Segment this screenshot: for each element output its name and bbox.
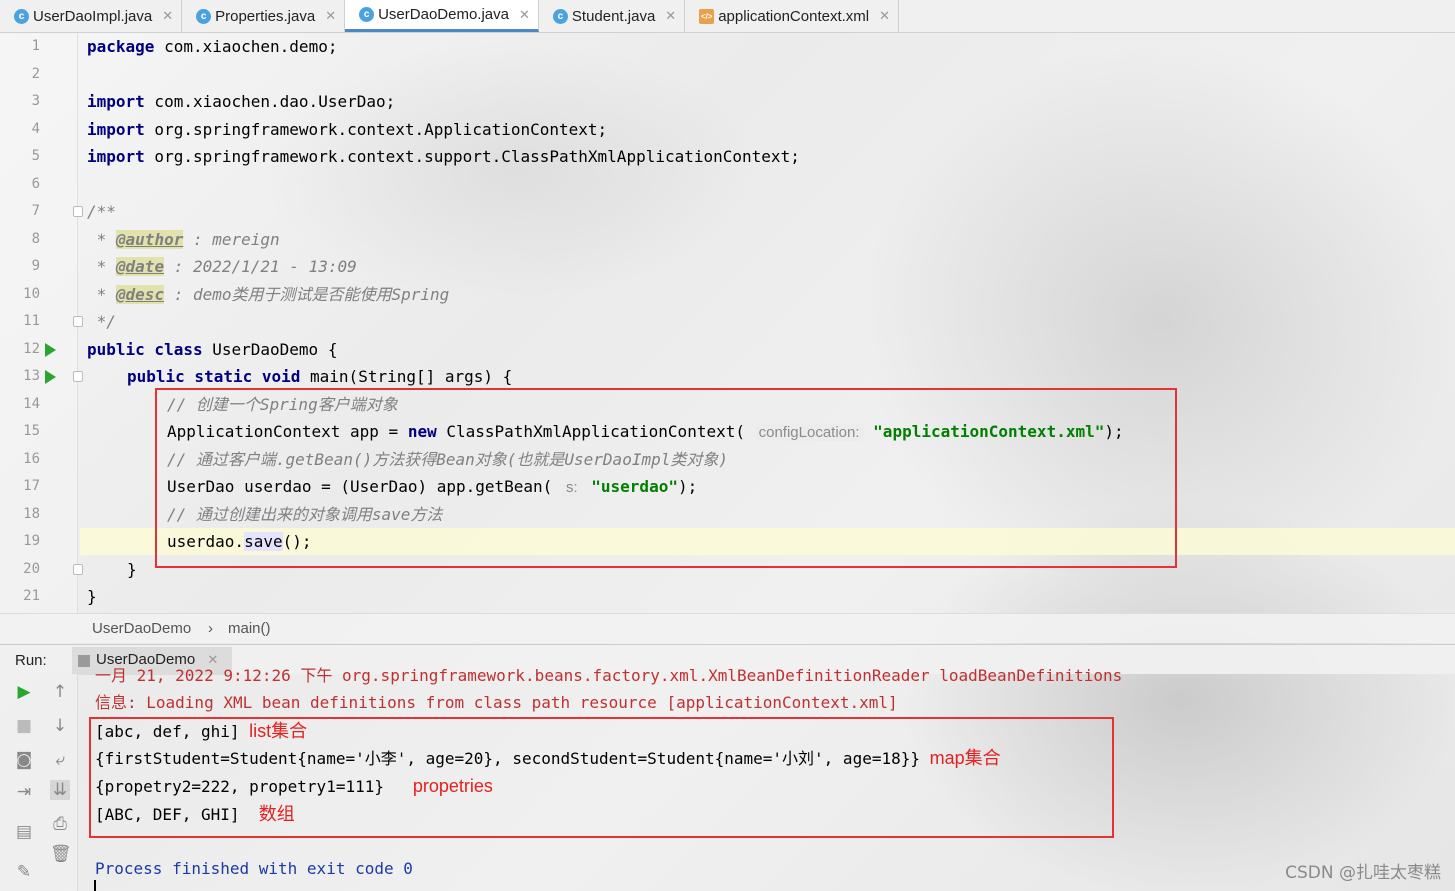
code-line: } bbox=[87, 587, 97, 606]
tab-student[interactable]: c Student.java ✕ bbox=[539, 0, 686, 32]
code-line: } bbox=[127, 559, 137, 579]
trash-icon[interactable]: 🗑 bbox=[50, 844, 72, 864]
line-number: 14 bbox=[23, 395, 40, 412]
xml-icon: </> bbox=[699, 8, 715, 24]
console-log-line: 信息: Loading XML bean definitions from cl… bbox=[95, 693, 898, 712]
breadcrumb-class[interactable]: UserDaoDemo bbox=[92, 620, 191, 637]
fold-icon[interactable] bbox=[73, 206, 83, 217]
output-highlight-box bbox=[89, 717, 1114, 838]
print-icon[interactable]: ⎙ bbox=[50, 814, 70, 834]
tab-label: UserDaoImpl.java bbox=[33, 7, 153, 25]
line-number: 15 bbox=[23, 423, 40, 439]
code-line: /** bbox=[87, 202, 116, 221]
line-number: 21 bbox=[23, 588, 40, 604]
layout-icon[interactable]: ▤ bbox=[14, 822, 34, 842]
line-number: 9 bbox=[31, 258, 40, 274]
line-number: 4 bbox=[31, 120, 40, 137]
line-number: 10 bbox=[23, 285, 40, 302]
line-number: 17 bbox=[23, 478, 40, 494]
code-line: */ bbox=[87, 312, 116, 331]
code-line: import org.springframework.context.Appli… bbox=[87, 119, 608, 139]
console-finish-line: Process finished with exit code 0 bbox=[95, 859, 413, 878]
line-number: 12 bbox=[23, 340, 40, 357]
line-number: 7 bbox=[31, 203, 40, 219]
breadcrumb: UserDaoDemo › main() bbox=[0, 613, 1455, 643]
line-number: 19 bbox=[23, 533, 40, 549]
tab-label: applicationContext.xml bbox=[718, 7, 870, 25]
code-editor[interactable]: 1 package com.xiaochen.demo; 2 3 import … bbox=[0, 33, 1455, 613]
code-line: package com.xiaochen.demo; bbox=[87, 37, 338, 56]
tab-label: Properties.java bbox=[215, 7, 316, 25]
code-line: * @date : 2022/1/21 - 13:09 bbox=[87, 257, 357, 276]
code-line: * @desc : demo类用于测试是否能使用Spring bbox=[87, 284, 450, 304]
line-number: 13 bbox=[23, 368, 40, 384]
rerun-icon[interactable]: ▶ bbox=[14, 682, 34, 702]
line-number: 1 bbox=[31, 38, 40, 54]
text-cursor bbox=[94, 880, 96, 891]
breadcrumb-method[interactable]: main() bbox=[228, 620, 271, 637]
console-log-line: 一月 21, 2022 9:12:26 下午 org.springframewo… bbox=[95, 666, 1123, 685]
class-icon: c bbox=[552, 8, 568, 24]
highlight-box bbox=[155, 388, 1177, 568]
line-number: 20 bbox=[23, 560, 40, 577]
tab-userdaodemo[interactable]: c UserDaoDemo.java ✕ bbox=[345, 0, 539, 32]
line-number: 18 bbox=[23, 505, 40, 522]
run-label: Run: bbox=[15, 652, 47, 669]
pin-icon[interactable]: ✎ bbox=[14, 862, 34, 882]
watermark: CSDN @扎哇太枣糕 bbox=[1285, 863, 1441, 883]
line-number: 11 bbox=[23, 313, 40, 329]
editor-tab-bar: c UserDaoImpl.java ✕ c Properties.java ✕… bbox=[0, 0, 1455, 33]
code-line: public class UserDaoDemo { bbox=[87, 339, 338, 359]
camera-icon[interactable]: ◙ bbox=[14, 750, 34, 770]
run-toolbar: ▶ ↑ ■ ↓ ◙ ⤶ ⇥ ⇊ ▤ ⎙ 🗑 ✎ bbox=[0, 674, 78, 891]
line-number: 16 bbox=[23, 450, 40, 467]
class-icon: c bbox=[14, 8, 29, 24]
fold-icon[interactable] bbox=[73, 563, 83, 575]
close-icon[interactable]: ✕ bbox=[879, 8, 890, 24]
line-number: 5 bbox=[31, 148, 40, 164]
code-line: import com.xiaochen.dao.UserDao; bbox=[87, 92, 396, 111]
fold-icon[interactable] bbox=[73, 316, 83, 327]
exit-icon[interactable]: ⇥ bbox=[14, 782, 34, 802]
code-line: * @author : mereign bbox=[87, 229, 280, 249]
tab-userdaoimpl[interactable]: c UserDaoImpl.java ✕ bbox=[0, 0, 183, 32]
soft-wrap-icon[interactable]: ⤶ bbox=[50, 750, 70, 770]
tab-applicationcontext-xml[interactable]: </> applicationContext.xml ✕ bbox=[685, 0, 900, 32]
close-icon[interactable]: ✕ bbox=[665, 8, 676, 24]
class-icon: c bbox=[359, 7, 375, 22]
run-icon[interactable] bbox=[45, 370, 56, 384]
stop-icon[interactable]: ■ bbox=[14, 716, 34, 736]
fold-icon[interactable] bbox=[73, 371, 83, 382]
close-icon[interactable]: ✕ bbox=[162, 8, 173, 24]
up-arrow-icon[interactable]: ↑ bbox=[50, 682, 70, 702]
close-icon[interactable]: ✕ bbox=[519, 7, 530, 23]
line-number: 8 bbox=[31, 230, 40, 247]
breadcrumb-separator: › bbox=[208, 620, 213, 637]
tab-label: Student.java bbox=[571, 7, 656, 25]
tab-label: UserDaoDemo.java bbox=[378, 6, 509, 23]
run-config-icon bbox=[78, 655, 90, 667]
close-icon[interactable]: ✕ bbox=[325, 8, 336, 24]
code-line: public static void main(String[] args) { bbox=[127, 367, 513, 386]
tab-properties[interactable]: c Properties.java ✕ bbox=[182, 0, 346, 32]
scroll-to-end-icon[interactable]: ⇊ bbox=[50, 780, 70, 800]
line-number: 6 bbox=[31, 175, 40, 192]
run-icon[interactable] bbox=[45, 342, 56, 357]
line-number: 2 bbox=[31, 65, 40, 82]
line-number: 3 bbox=[31, 93, 40, 109]
down-arrow-icon[interactable]: ↓ bbox=[50, 716, 70, 736]
class-icon: c bbox=[196, 8, 212, 24]
code-line: import org.springframework.context.suppo… bbox=[87, 147, 800, 166]
